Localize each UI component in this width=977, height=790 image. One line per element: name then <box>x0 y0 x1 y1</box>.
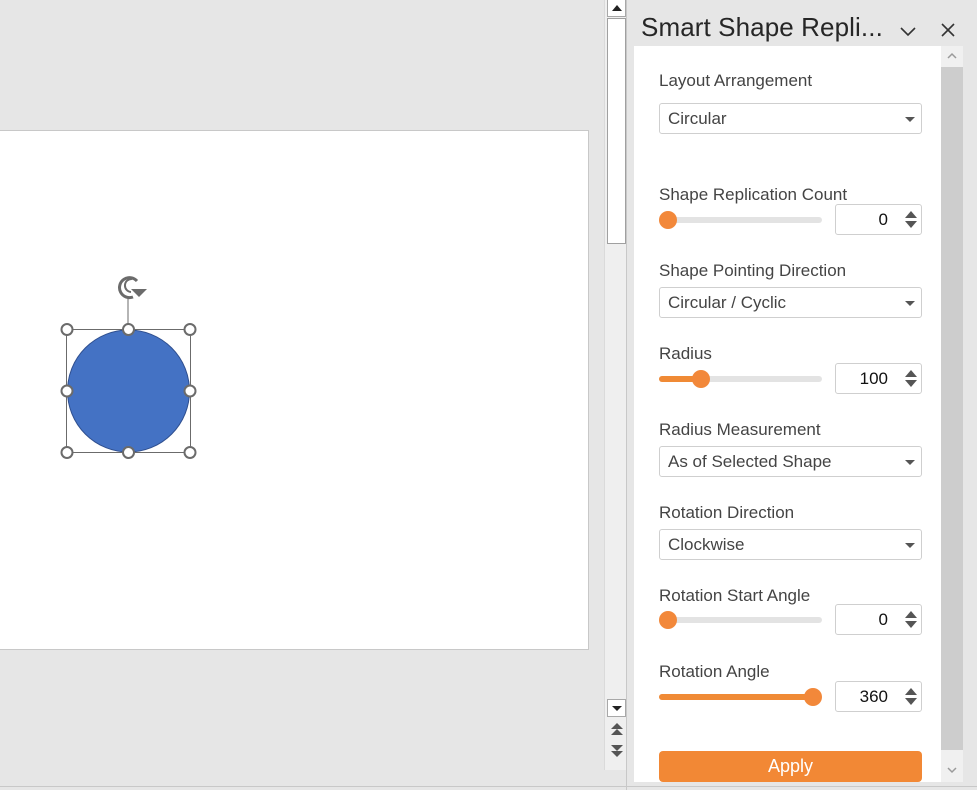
slider-handle[interactable] <box>659 211 677 229</box>
rotation-start-angle-value: 0 <box>878 610 888 629</box>
arrow-down-icon <box>611 705 622 711</box>
slider-handle[interactable] <box>692 370 711 388</box>
rotation-start-angle-slider[interactable] <box>659 611 822 629</box>
radius-measurement-value: As of Selected Shape <box>668 452 832 471</box>
replication-count-slider[interactable] <box>659 211 822 229</box>
rotation-start-angle-input[interactable]: 0 <box>835 604 922 635</box>
previous-slide-icon[interactable] <box>609 722 625 738</box>
spin-down-icon[interactable] <box>905 698 917 705</box>
resize-handle-top-left[interactable] <box>60 323 74 336</box>
circle-shape[interactable] <box>67 329 190 453</box>
spin-down-icon[interactable] <box>905 221 917 228</box>
pane-title: Smart Shape Repli... <box>641 12 883 42</box>
layout-arrangement-value: Circular <box>668 109 727 128</box>
close-icon[interactable] <box>937 19 959 41</box>
spin-up-icon[interactable] <box>905 611 917 618</box>
radius-value: 100 <box>859 369 888 388</box>
dropdown-caret-icon <box>905 301 915 306</box>
resize-handle-bottom-right[interactable] <box>183 446 197 459</box>
spin-up-icon[interactable] <box>905 688 917 695</box>
pointing-direction-label: Shape Pointing Direction <box>659 261 847 280</box>
spin-buttons[interactable] <box>905 610 917 630</box>
radius-input[interactable]: 100 <box>835 363 922 394</box>
spin-buttons[interactable] <box>905 687 917 707</box>
pointing-direction-value: Circular / Cyclic <box>668 293 787 312</box>
chevron-down-icon[interactable] <box>897 20 919 42</box>
rotate-handle-icon[interactable] <box>118 276 147 329</box>
dropdown-caret-icon <box>905 117 915 122</box>
arrow-up-icon <box>611 5 622 11</box>
spin-buttons[interactable] <box>905 369 917 389</box>
spin-up-icon[interactable] <box>905 370 917 377</box>
editor-vertical-scrollbar[interactable] <box>604 0 626 770</box>
scroll-up-button[interactable] <box>607 0 626 17</box>
resize-handle-right[interactable] <box>183 384 197 398</box>
slider-handle[interactable] <box>659 611 677 629</box>
pane-scrollbar[interactable] <box>941 46 963 782</box>
rotation-start-angle-label: Rotation Start Angle <box>659 586 811 605</box>
slider-fill <box>659 694 813 700</box>
replication-count-input[interactable]: 0 <box>835 204 922 235</box>
radius-label: Radius <box>659 344 712 363</box>
apply-button[interactable]: Apply <box>659 751 922 782</box>
chevron-down-icon <box>947 767 957 774</box>
rotation-direction-value: Clockwise <box>668 535 745 554</box>
resize-handle-bottom-left[interactable] <box>60 446 74 459</box>
spin-up-icon[interactable] <box>905 211 917 218</box>
radius-measurement-select[interactable]: As of Selected Shape <box>659 446 922 477</box>
slider-track <box>659 617 822 623</box>
rotation-angle-value: 360 <box>859 687 888 706</box>
spin-down-icon[interactable] <box>905 380 917 387</box>
pointing-direction-select[interactable]: Circular / Cyclic <box>659 287 922 318</box>
pane-content: Layout Arrangement Circular Shape Replic… <box>634 46 941 782</box>
rotation-angle-input[interactable]: 360 <box>835 681 922 712</box>
dropdown-caret-icon <box>905 543 915 548</box>
slider-handle[interactable] <box>804 688 822 706</box>
spin-down-icon[interactable] <box>905 621 917 628</box>
window-bottom-border <box>0 786 977 787</box>
layout-arrangement-select[interactable]: Circular <box>659 103 922 134</box>
resize-handle-bottom[interactable] <box>122 446 135 459</box>
rotation-angle-label: Rotation Angle <box>659 662 770 681</box>
next-slide-icon[interactable] <box>609 742 625 758</box>
rotation-direction-select[interactable]: Clockwise <box>659 529 922 560</box>
pane-scroll-up-button[interactable] <box>941 46 963 66</box>
selected-shape-group <box>60 276 197 459</box>
resize-handle-left[interactable] <box>60 384 74 398</box>
pane-scroll-down-button[interactable] <box>941 760 963 780</box>
app-window: Smart Shape Repli... Layout Arrangement … <box>0 0 977 790</box>
dropdown-caret-icon <box>905 460 915 465</box>
radius-slider[interactable] <box>659 370 822 388</box>
spin-buttons[interactable] <box>905 210 917 230</box>
radius-measurement-label: Radius Measurement <box>659 420 821 439</box>
chevron-up-icon <box>947 52 957 59</box>
rotation-angle-slider[interactable] <box>659 688 822 706</box>
scroll-down-button[interactable] <box>607 699 626 717</box>
replication-count-label: Shape Replication Count <box>659 185 848 204</box>
resize-handle-top-right[interactable] <box>183 323 197 336</box>
task-pane: Smart Shape Repli... Layout Arrangement … <box>627 0 977 790</box>
replication-count-value: 0 <box>878 210 888 229</box>
scroll-thumb[interactable] <box>607 18 626 244</box>
slider-track <box>659 217 822 223</box>
rotation-direction-label: Rotation Direction <box>659 503 795 522</box>
resize-handle-top[interactable] <box>122 323 135 336</box>
slide-canvas[interactable] <box>0 130 589 650</box>
pane-scroll-thumb[interactable] <box>941 67 963 750</box>
layout-arrangement-label: Layout Arrangement <box>659 71 813 90</box>
